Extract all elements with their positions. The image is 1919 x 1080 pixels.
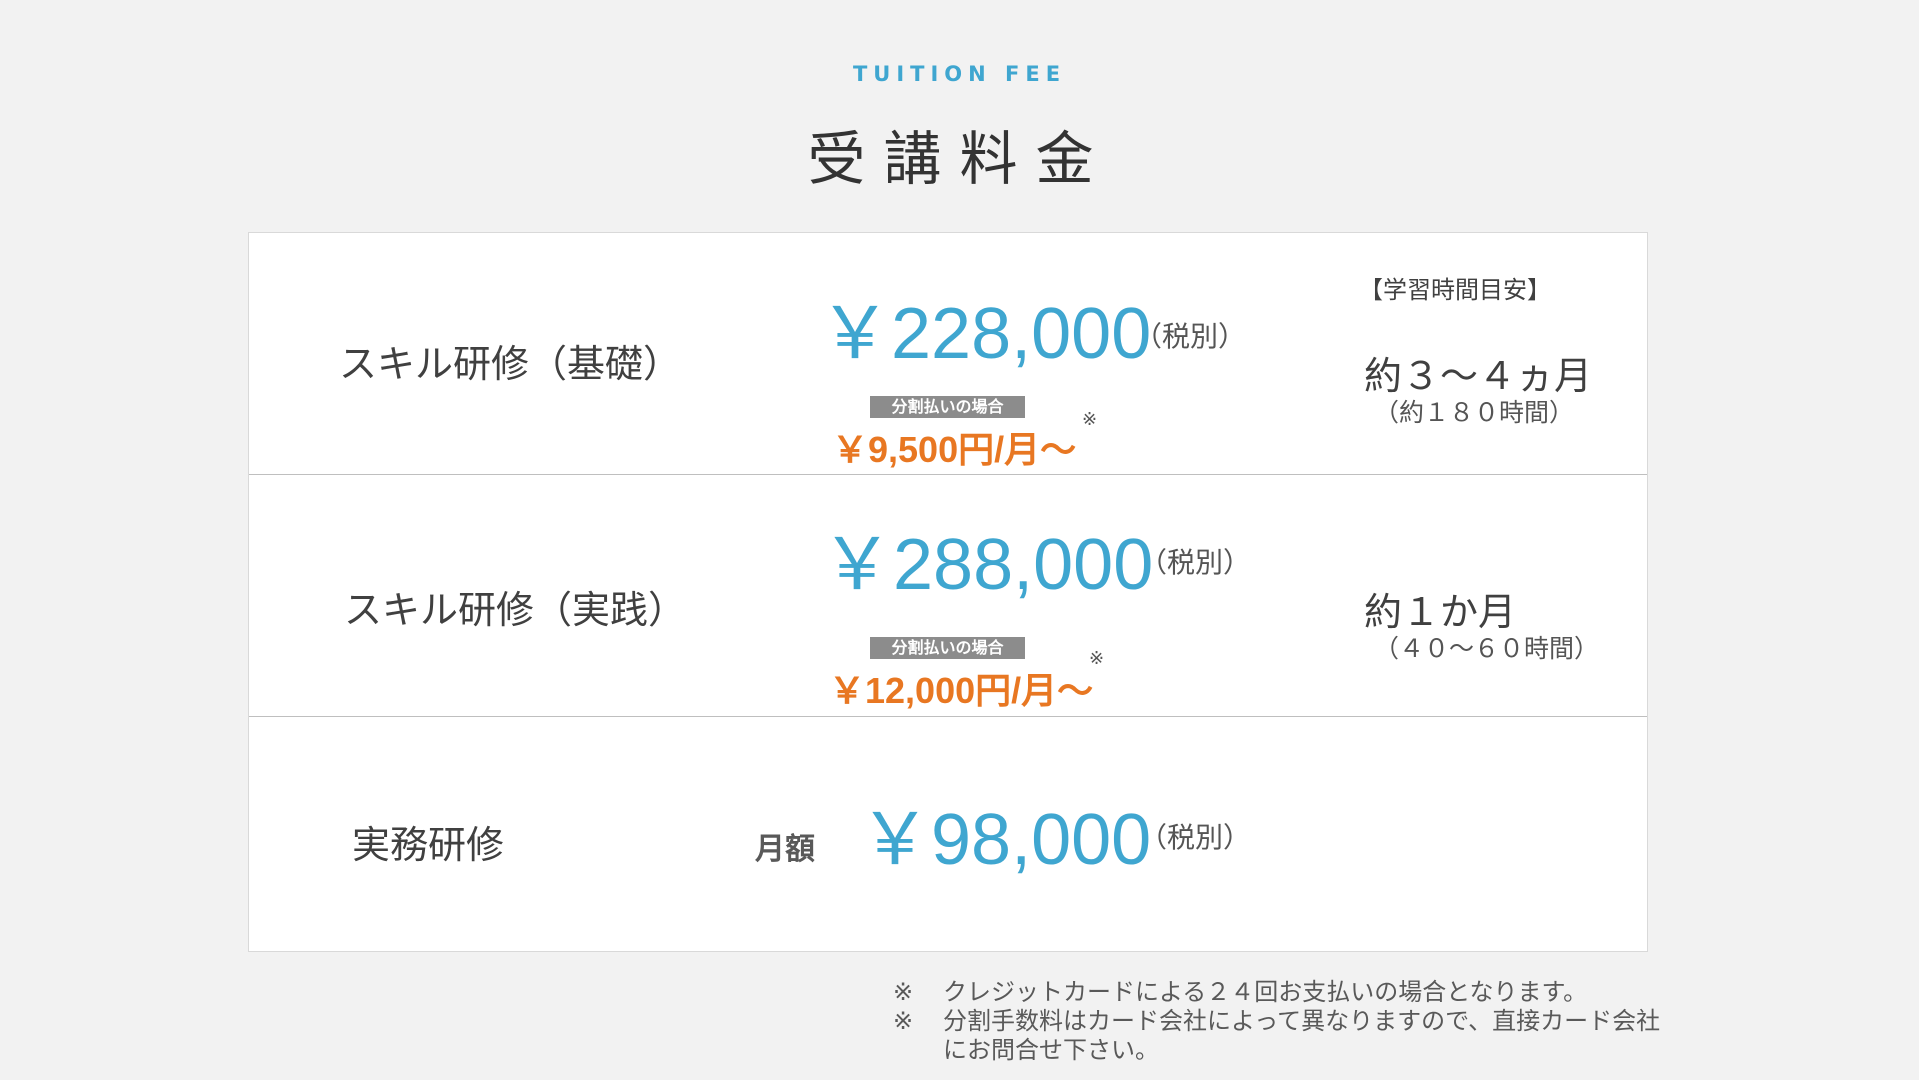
- plan-name: スキル研修（基礎）: [339, 342, 682, 386]
- tax-note: （税別）: [1134, 320, 1247, 353]
- installment-footnote-mark: ※: [1089, 648, 1105, 669]
- installment-label: 分割払いの場合: [870, 637, 1025, 659]
- plan-price: ￥228,000: [819, 294, 1152, 374]
- study-hours: （４０～６０時間）: [1374, 634, 1600, 663]
- footnote-mark: ※: [893, 978, 914, 1006]
- study-duration: 約１か月: [1364, 590, 1517, 634]
- footnotes: ※ クレジットカードによる２４回お支払いの場合となります。 ※ 分割手数料はカー…: [893, 978, 1660, 1065]
- pricing-table: スキル研修（基礎） ￥228,000 （税別） 分割払いの場合 ￥9,500円/…: [248, 232, 1648, 952]
- footnote-continuation: にお問合せ下さい。: [943, 1036, 1159, 1064]
- installment-price: ￥9,500円/月～: [832, 429, 1077, 470]
- tax-note: （税別）: [1139, 546, 1252, 579]
- tax-note: （税別）: [1139, 821, 1252, 854]
- plan-row-onthejob: 実務研修 月額 ￥98,000 （税別）: [249, 716, 1647, 953]
- plan-price: ￥288,000: [821, 525, 1154, 605]
- footnote-text: 分割手数料はカード会社によって異なりますので、直接カード会社: [943, 1007, 1661, 1035]
- footnote: ※ クレジットカードによる２４回お支払いの場合となります。: [893, 978, 1660, 1007]
- study-time-heading: 【学習時間目安】: [1359, 276, 1551, 304]
- footnote-mark: ※: [893, 1007, 914, 1035]
- section-eyebrow: TUITION FEE: [852, 62, 1067, 86]
- study-hours: （約１８０時間）: [1374, 398, 1575, 427]
- study-duration: 約３～４ヵ月: [1364, 354, 1593, 398]
- installment-price: ￥12,000円/月～: [829, 670, 1094, 711]
- footnote: ※ 分割手数料はカード会社によって異なりますので、直接カード会社: [893, 1007, 1660, 1036]
- plan-name: 実務研修: [352, 823, 505, 867]
- monthly-label: 月額: [755, 832, 815, 867]
- installment-footnote-mark: ※: [1082, 409, 1098, 430]
- plan-row-practical: スキル研修（実践） ￥288,000 （税別） 分割払いの場合 ￥12,000円…: [249, 474, 1647, 717]
- plan-price: ￥98,000: [859, 800, 1152, 880]
- page-title: 受講料金: [807, 125, 1112, 193]
- installment-label: 分割払いの場合: [870, 396, 1025, 418]
- footnote-text: クレジットカードによる２４回お支払いの場合となります。: [943, 978, 1588, 1006]
- plan-name: スキル研修（実践）: [344, 588, 687, 632]
- plan-row-basic: スキル研修（基礎） ￥228,000 （税別） 分割払いの場合 ￥9,500円/…: [249, 233, 1647, 475]
